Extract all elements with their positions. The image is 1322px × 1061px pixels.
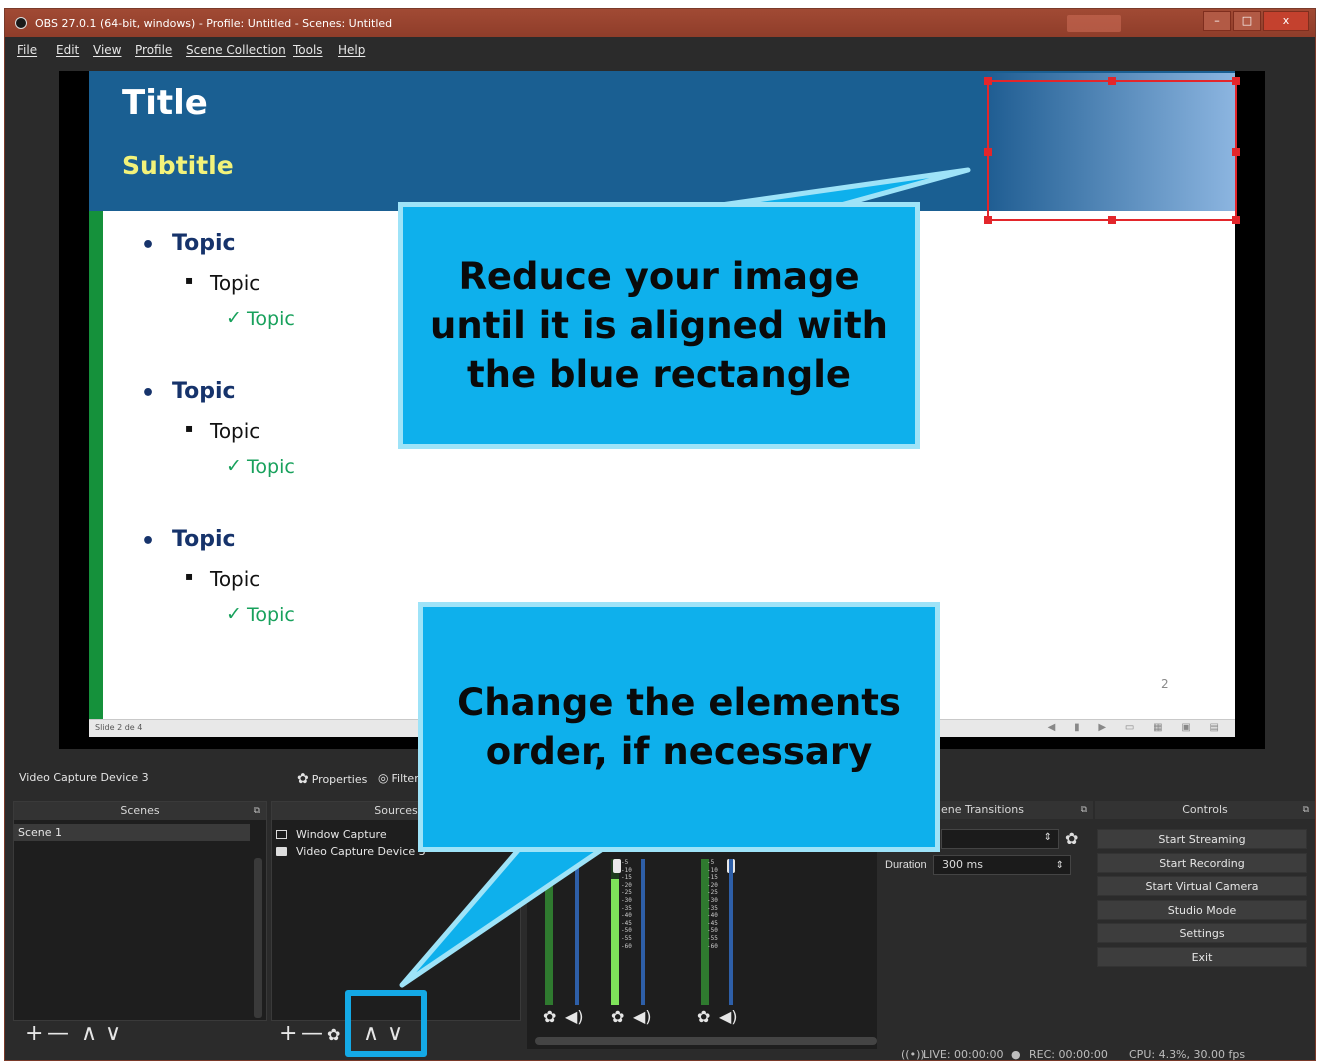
obs-window-screenshot: { "window": { "title": "OBS 27.0.1 (64-b… (0, 0, 1322, 1061)
callout-line: until it is aligned with (430, 303, 888, 347)
callout-line: order, if necessary (485, 730, 873, 773)
instruction-callout-order: Change the elements order, if necessary (418, 602, 940, 852)
instruction-callout-resize: Reduce your image until it is aligned wi… (398, 202, 920, 449)
order-buttons-highlight (345, 990, 427, 1057)
callout-line: the blue rectangle (466, 353, 852, 397)
callout-line: Change the elements (457, 680, 901, 724)
callout-tails (399, 167, 971, 988)
bottom-callout-tail (399, 845, 607, 988)
callout-line: Reduce your image (458, 254, 860, 298)
